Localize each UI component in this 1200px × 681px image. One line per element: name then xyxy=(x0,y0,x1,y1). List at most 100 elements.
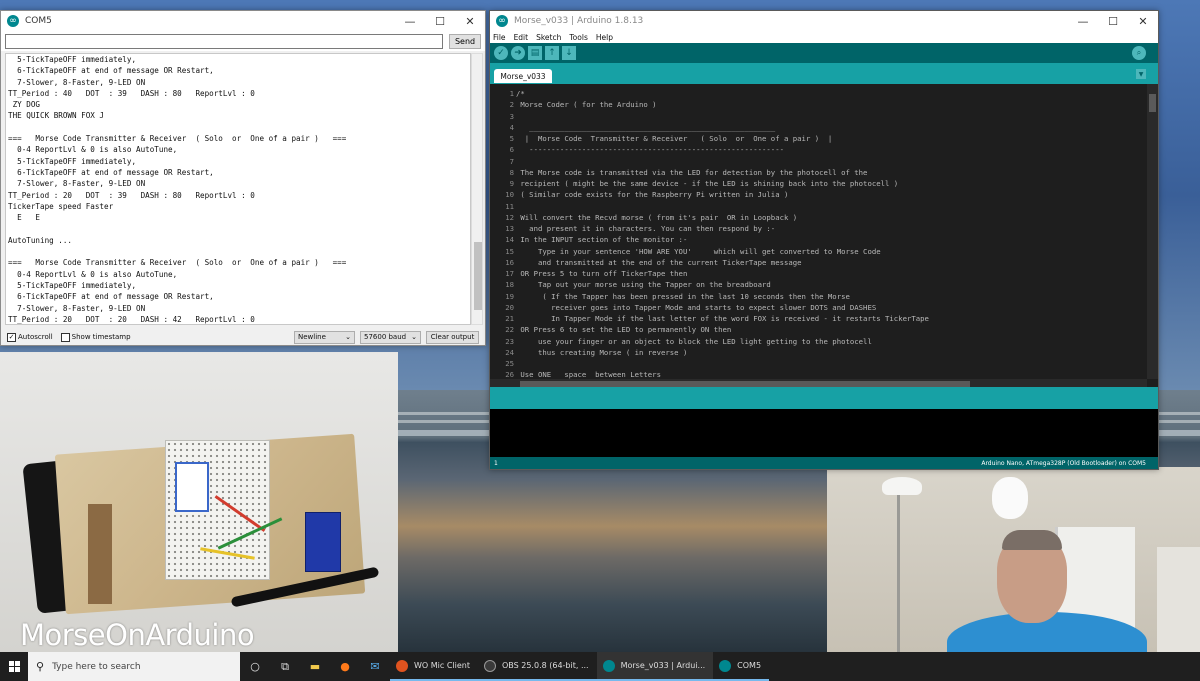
arduino-icon xyxy=(496,15,508,27)
line-number: 3 xyxy=(509,111,514,121)
taskbar-app-womic[interactable]: WO Mic Client xyxy=(390,652,478,681)
taskbar-app-label: WO Mic Client xyxy=(414,661,470,670)
close-button[interactable]: ✕ xyxy=(1128,11,1158,31)
line-number: 9 xyxy=(509,179,514,188)
verify-icon[interactable]: ✓ xyxy=(494,46,508,60)
serial-monitor-icon[interactable]: ⌕ xyxy=(1132,46,1146,60)
tab-menu-icon[interactable]: ▼ xyxy=(1136,69,1146,79)
code-line: In the INPUT section of the monitor :- xyxy=(516,235,688,245)
send-button[interactable]: Send xyxy=(449,33,481,49)
serial-input-row: Send xyxy=(1,31,485,51)
close-button[interactable]: ✕ xyxy=(455,11,485,31)
serial-output-line: 7-Slower, 8-Faster, 9-LED ON xyxy=(8,179,146,189)
save-sketch-icon[interactable]: ↓ xyxy=(562,46,576,60)
upload-icon[interactable]: ➜ xyxy=(511,46,525,60)
baud-select[interactable]: 57600 baud ⌄ xyxy=(360,330,421,344)
start-button[interactable] xyxy=(0,652,28,681)
arduino-ide-window: Morse_v033 | Arduino 1.8.13 — ☐ ✕ File E… xyxy=(489,10,1159,470)
line-number: 14 xyxy=(505,235,514,245)
cortana-icon[interactable]: ○ xyxy=(240,652,270,681)
serial-scrollbar[interactable] xyxy=(471,53,483,325)
editor-vertical-scrollbar[interactable] xyxy=(1147,84,1158,379)
taskbar-app-obs[interactable]: OBS 25.0.8 (64-bit, ... xyxy=(477,652,597,681)
line-number: 23 xyxy=(505,336,514,346)
firefox-icon[interactable]: ● xyxy=(330,652,360,681)
code-line: thus creating Morse ( in reverse ) xyxy=(516,347,688,357)
ide-toolbar: ✓ ➜ ▤ ↑ ↓ ⌕ xyxy=(490,43,1158,63)
ide-menu-bar: File Edit Sketch Tools Help xyxy=(490,31,1158,43)
code-line: The Morse code is transmitted via the LE… xyxy=(516,167,868,177)
serial-output-line: 5-TickTapeOFF immediately, xyxy=(8,55,137,64)
line-number: 16 xyxy=(505,257,514,267)
code-editor[interactable]: 1 2 3 4 5 6 7 8 9 10 11 12 13 14 15 16 17 18 19 20 21 22 23 24 2… xyxy=(490,84,1158,390)
breadboard-webcam-feed xyxy=(0,352,398,652)
ide-status-bar: 1 Arduino Nano, ATmega328P (Old Bootload… xyxy=(490,457,1158,469)
serial-output-line: 7-Slower, 8-Faster, 9-LED ON xyxy=(8,77,146,87)
taskbar-search[interactable]: ⚲ Type here to search xyxy=(28,652,240,681)
serial-output-line: E E xyxy=(8,213,41,223)
taskbar-app-label: OBS 25.0.8 (64-bit, ... xyxy=(501,661,589,670)
taskbar-app-com5[interactable]: COM5 xyxy=(713,652,770,681)
minimize-button[interactable]: — xyxy=(1068,11,1098,31)
maximize-button[interactable]: ☐ xyxy=(1098,11,1128,31)
serial-output-line xyxy=(8,246,468,257)
search-placeholder: Type here to search xyxy=(52,661,141,672)
obs-icon xyxy=(483,659,496,672)
code-line: Type in your sentence 'HOW ARE YOU' whic… xyxy=(516,246,881,256)
line-number: 25 xyxy=(505,359,514,368)
new-sketch-icon[interactable]: ▤ xyxy=(528,46,542,60)
minimize-button[interactable]: — xyxy=(395,11,425,31)
code-line: Tap out your morse using the Tapper on t… xyxy=(516,280,771,290)
arduino-icon xyxy=(7,15,19,27)
open-sketch-icon[interactable]: ↑ xyxy=(545,46,559,60)
clear-output-button[interactable]: Clear output xyxy=(426,330,479,344)
code-line: OR Press 6 to set the LED to permanently… xyxy=(516,325,732,335)
line-number: 2 xyxy=(509,100,514,110)
line-ending-select[interactable]: Newline ⌄ xyxy=(294,330,355,344)
menu-file[interactable]: File xyxy=(493,33,506,42)
file-explorer-icon[interactable]: ▬ xyxy=(300,652,330,681)
code-line: ________________________________________… xyxy=(516,122,776,132)
maximize-button[interactable]: ☐ xyxy=(425,11,455,31)
serial-footer: ✓ Autoscroll Show timestamp Newline ⌄ 57… xyxy=(1,328,485,346)
menu-tools[interactable]: Tools xyxy=(569,33,587,42)
line-ending-value: Newline xyxy=(298,333,326,341)
chevron-down-icon: ⌄ xyxy=(411,333,417,341)
serial-output[interactable]: 5-TickTapeOFF immediately, 6-TickTapeOFF… xyxy=(5,53,471,325)
menu-sketch[interactable]: Sketch xyxy=(536,33,561,42)
code-line: ----------------------------------------… xyxy=(516,145,784,155)
line-number: 19 xyxy=(505,291,514,301)
menu-edit[interactable]: Edit xyxy=(514,33,529,42)
status-line-number: 1 xyxy=(494,459,498,467)
timestamp-checkbox[interactable] xyxy=(60,332,70,342)
ide-titlebar[interactable]: Morse_v033 | Arduino 1.8.13 — ☐ ✕ xyxy=(490,11,1158,31)
ide-tab-bar: Morse_v033 ▼ xyxy=(490,63,1158,83)
womic-icon xyxy=(396,659,408,672)
line-number: 17 xyxy=(505,269,514,278)
code-line: and transmitted at the end of the curren… xyxy=(516,257,802,267)
taskbar-app-label: Morse_v033 | Ardui... xyxy=(620,661,706,670)
serial-output-line: 6-TickTapeOFF at end of message OR Resta… xyxy=(8,66,214,76)
mail-icon[interactable]: ✉ xyxy=(360,652,390,681)
code-text[interactable]: /* Morse Coder ( for the Arduino ) _____… xyxy=(516,88,1144,379)
serial-output-line: THE QUICK BROWN FOX J xyxy=(8,111,105,121)
autoscroll-checkbox[interactable]: ✓ xyxy=(7,332,16,342)
serial-monitor-titlebar[interactable]: COM5 — ☐ ✕ xyxy=(1,11,485,31)
tab-morse-v033[interactable]: Morse_v033 xyxy=(494,69,552,83)
autoscroll-label: Autoscroll xyxy=(18,333,53,341)
line-number: 11 xyxy=(505,201,514,211)
line-number: 12 xyxy=(505,212,514,222)
serial-output-line: TT_Period : 40 DOT : 39 DASH : 80 Report… xyxy=(8,88,255,98)
serial-input[interactable] xyxy=(5,33,444,49)
line-number: 10 xyxy=(505,190,514,200)
taskbar-app-arduino[interactable]: Morse_v033 | Ardui... xyxy=(596,652,714,681)
line-number: 21 xyxy=(505,314,514,323)
menu-help[interactable]: Help xyxy=(596,33,613,42)
ide-console[interactable] xyxy=(490,409,1158,457)
line-number: 7 xyxy=(509,156,514,166)
video-overlay-title: MorseOnArduino xyxy=(20,618,255,652)
task-view-icon[interactable]: ⧉ xyxy=(270,652,300,681)
serial-monitor-title: COM5 xyxy=(25,16,52,26)
